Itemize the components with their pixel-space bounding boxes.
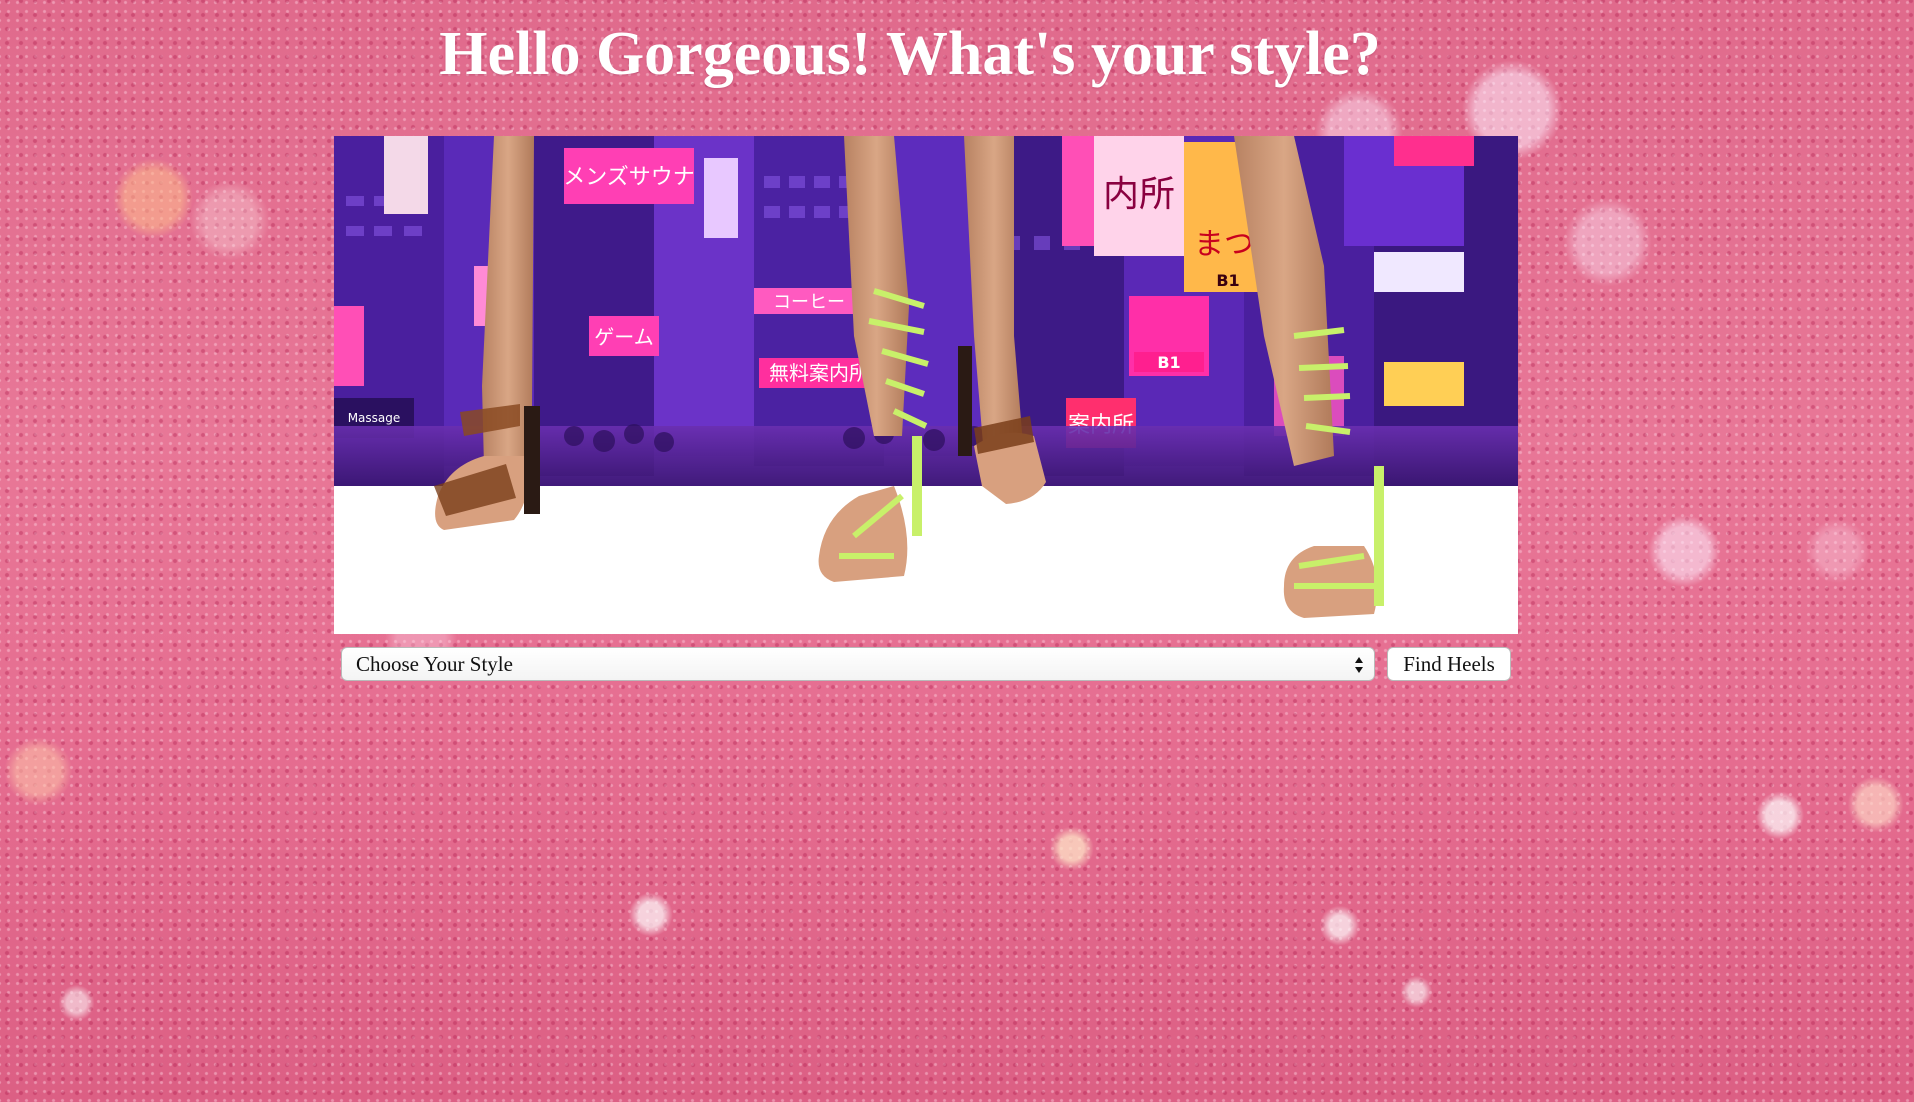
sign-b1-left: B1 [1157,353,1180,372]
style-select-value: Choose Your Style [356,652,513,676]
sign-matsu: まつ [1194,227,1254,262]
hero-banner: メンズサウナ ゲーム コーヒー 無料案内所 内所 まつ B1 B1 案内所 Ma… [334,136,1518,634]
sign-kanji-top: 内所 [1103,174,1175,215]
sign-game: ゲーム [594,325,653,349]
sign-b1-right: B1 [1216,271,1239,290]
find-heels-button[interactable]: Find Heels [1387,647,1511,681]
sign-info: 無料案内所 [769,361,869,385]
sign-sauna: メンズサウナ [563,165,695,190]
page-title: Hello Gorgeous! What's your style? [439,20,1381,88]
select-arrows-icon [1355,657,1363,673]
style-select[interactable]: Choose Your Style [341,647,1375,681]
hero-illustration: メンズサウナ ゲーム コーヒー 無料案内所 内所 まつ B1 B1 案内所 Ma… [334,136,1518,634]
style-form: Choose Your Style Find Heels [341,647,1511,681]
page-background: { "page": { "heading": "Hello Gorgeous! … [0,0,1914,1102]
sign-massage: Massage [348,411,401,425]
sign-coffee: コーヒー [773,292,845,313]
